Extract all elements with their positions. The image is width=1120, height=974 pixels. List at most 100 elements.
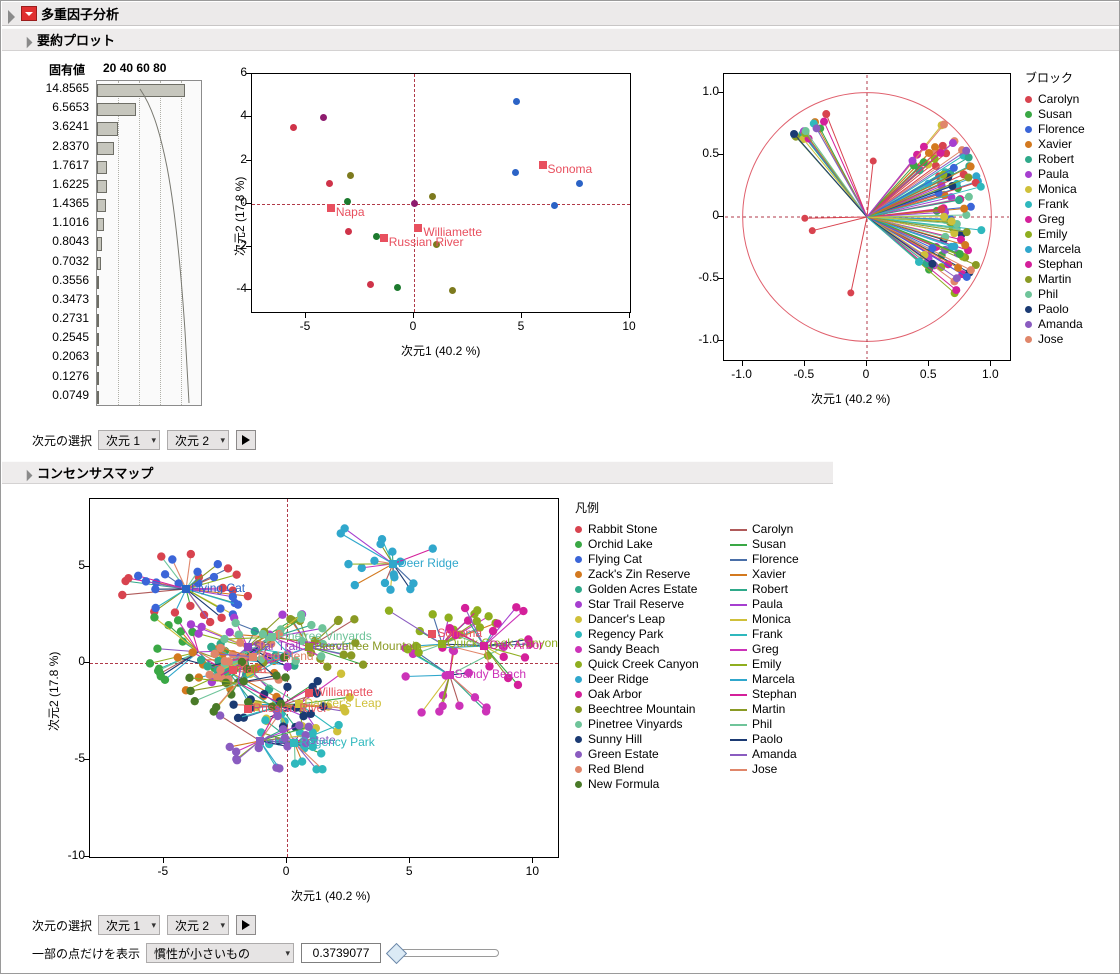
consensus-data-point[interactable] [350,580,359,590]
legend-item[interactable]: Monica [730,612,799,627]
legend-item[interactable]: Florence [730,552,799,567]
loading-point[interactable] [947,217,956,226]
dimension-x-select[interactable]: 次元 1 ▾ [98,915,161,935]
consensus-data-point[interactable] [156,672,166,681]
data-point[interactable] [367,281,375,289]
legend-item[interactable]: Frank [730,627,799,642]
loading-point[interactable] [977,226,986,235]
consensus-data-point[interactable] [317,652,326,661]
dimension-y-select[interactable]: 次元 2 ▾ [167,430,230,450]
loading-point[interactable] [964,173,973,182]
legend-item[interactable]: New Formula [575,777,730,792]
legend-item[interactable]: Quick Creek Canyon [575,657,730,672]
loading-point[interactable] [954,196,963,205]
group-marker[interactable] [326,203,335,212]
legend-item[interactable]: Florence [1025,122,1085,137]
loading-point[interactable] [940,212,949,221]
legend-item[interactable]: Monica [1025,182,1085,197]
consensus-data-point[interactable] [472,616,482,626]
consensus-data-point[interactable] [296,610,306,619]
group-marker[interactable] [538,161,547,170]
consensus-data-point[interactable] [205,617,215,627]
consensus-data-point[interactable] [141,577,151,586]
consensus-data-point[interactable] [295,721,304,730]
consensus-data-point[interactable] [151,603,160,613]
legend-item[interactable]: Martin [730,702,799,717]
consensus-data-point[interactable] [401,672,410,681]
loading-point[interactable] [908,156,917,165]
data-point[interactable] [394,283,402,291]
consensus-marker[interactable] [248,652,257,661]
outline-triangle-icon[interactable] [6,8,18,24]
consensus-data-point[interactable] [333,616,343,626]
loading-point[interactable] [847,289,855,297]
consensus-data-point[interactable] [151,584,160,594]
consensus-data-point[interactable] [283,682,292,692]
loading-point[interactable] [919,142,928,151]
consensus-data-point[interactable] [186,686,195,696]
consensus-data-point[interactable] [234,630,244,639]
legend-item[interactable]: Paolo [730,732,799,747]
consensus-data-point[interactable] [213,559,223,569]
consensus-data-point[interactable] [124,573,133,583]
subset-threshold-input[interactable]: 0.3739077 [301,943,382,963]
consensus-data-point[interactable] [455,701,464,710]
consensus-data-point[interactable] [318,765,327,774]
consensus-data-point[interactable] [428,610,437,619]
consensus-data-point[interactable] [186,601,195,611]
consensus-data-point[interactable] [188,648,197,657]
loading-point[interactable] [966,266,975,275]
consensus-data-point[interactable] [513,680,523,690]
consensus-data-point[interactable] [173,653,183,662]
loading-point[interactable] [948,139,957,148]
legend-item[interactable]: Robert [1025,152,1085,167]
consensus-marker[interactable] [428,630,437,639]
outline-triangle-icon[interactable] [25,468,35,481]
consensus-data-point[interactable] [223,564,233,573]
loading-point[interactable] [950,242,959,251]
legend-item[interactable]: Paula [730,597,799,612]
consensus-data-point[interactable] [286,614,295,624]
legend-item[interactable]: Phil [1025,287,1085,302]
consensus-marker[interactable] [255,736,264,745]
consensus-data-point[interactable] [283,662,292,672]
subset-criterion-select[interactable]: 慣性が小さいもの ▾ [146,943,295,963]
consensus-data-point[interactable] [203,662,212,671]
dimension-y-select[interactable]: 次元 2 ▾ [167,915,230,935]
consensus-data-point[interactable] [224,657,233,666]
consensus-data-point[interactable] [275,764,284,773]
loading-point[interactable] [928,259,937,268]
consensus-data-point[interactable] [444,613,453,622]
legend-item[interactable]: Stephan [730,687,799,702]
consensus-data-point[interactable] [519,606,528,616]
consensus-data-point[interactable] [470,693,480,702]
dimension-x-select[interactable]: 次元 1 ▾ [98,430,161,450]
consensus-data-point[interactable] [212,703,221,712]
consensus-data-point[interactable] [438,701,447,711]
consensus-data-point[interactable] [272,671,281,680]
legend-item[interactable]: Carolyn [730,522,799,537]
legend-item[interactable]: Paolo [1025,302,1085,317]
data-point[interactable] [326,179,334,187]
loading-point[interactable] [961,241,970,250]
consensus-data-point[interactable] [193,567,202,576]
legend-item[interactable]: Phil [730,717,799,732]
loading-point[interactable] [966,162,975,171]
slider-thumb[interactable] [385,942,408,964]
consensus-data-point[interactable] [231,747,241,756]
consensus-data-point[interactable] [473,606,482,615]
legend-item[interactable]: Marcela [730,672,799,687]
legend-item[interactable]: Jose [1025,332,1085,347]
legend-item[interactable]: Sunny Hill [575,732,730,747]
loading-point[interactable] [960,204,969,213]
legend-item[interactable]: Emily [1025,227,1085,242]
legend-item[interactable]: Rabbit Stone [575,522,730,537]
loading-point[interactable] [790,129,799,138]
red-triangle-menu-icon[interactable] [21,6,37,21]
loading-point[interactable] [962,272,971,281]
consensus-data-point[interactable] [232,570,241,579]
data-point[interactable] [289,123,297,131]
consensus-data-point[interactable] [499,652,508,662]
loading-point[interactable] [952,286,961,295]
section-header-summary[interactable]: 要約プロット [2,28,1119,51]
